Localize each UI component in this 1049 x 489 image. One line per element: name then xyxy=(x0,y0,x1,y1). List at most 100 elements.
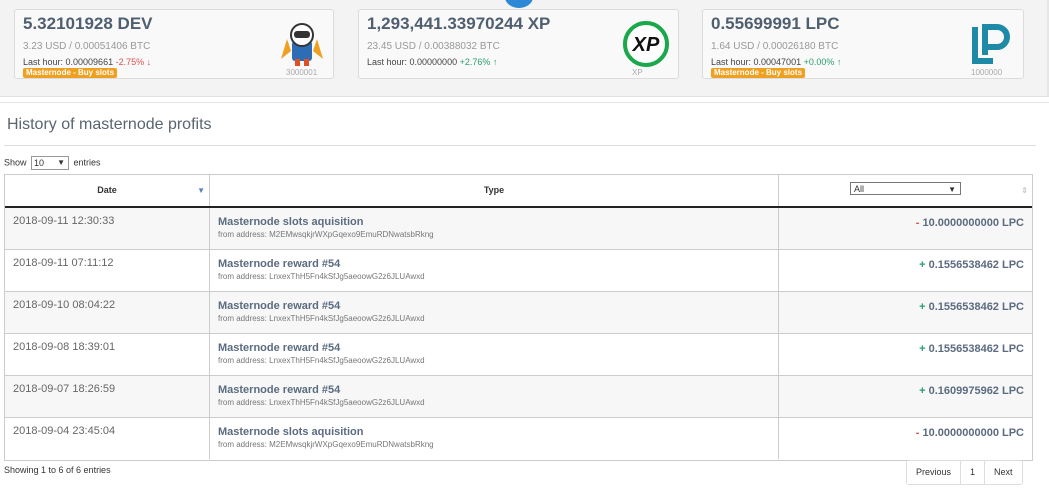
type-filter-select[interactable]: All ▼ xyxy=(850,182,961,195)
row-type: Masternode slots aquisition from address… xyxy=(210,418,779,459)
last-hour-value: Last hour: 0.00047001 xyxy=(711,57,802,67)
xp-logo-icon: XP xyxy=(623,21,669,67)
coin-amount: 1,293,441.33970244 XP xyxy=(367,14,551,33)
amount-sign: + xyxy=(919,301,926,313)
sort-both-icon: ⇕ xyxy=(1021,186,1028,195)
astronaut-rocket-icon xyxy=(279,21,325,67)
row-date: 2018-09-11 12:30:33 xyxy=(5,208,210,249)
length-prefix: Show xyxy=(4,157,27,168)
amount-sign: - xyxy=(915,217,920,229)
amount-sign: + xyxy=(919,343,926,355)
row-from-address: from address: LnxexThH5Fn4kSfJg5aeoowG2z… xyxy=(218,398,425,407)
chevron-down-icon: ▼ xyxy=(57,158,66,167)
profits-table: Date ▼ Type All ▼ ⇕ 2018-09-11 12:30:33 … xyxy=(4,174,1033,461)
row-date: 2018-09-08 18:39:01 xyxy=(5,334,210,375)
amount-value: 10.0000000000 LPC xyxy=(922,427,1024,439)
coin-usd-value: 3.23 USD / 0.00051406 BTC xyxy=(23,41,151,52)
buy-slots-badge[interactable]: Masternode - Buy slots xyxy=(711,68,806,78)
page-length-value: 10 xyxy=(34,158,45,168)
row-type-title: Masternode reward #54 xyxy=(218,300,341,312)
change-percent: +0.00% xyxy=(803,57,835,67)
arrow-down-icon: ↓ xyxy=(146,57,152,67)
amount-value: 0.1609975962 LPC xyxy=(928,385,1024,397)
column-header-date[interactable]: Date ▼ xyxy=(5,175,210,206)
change-percent: -2.75% xyxy=(115,57,145,67)
amount-value: 0.1556538462 LPC xyxy=(928,259,1024,271)
row-type-title: Masternode reward #54 xyxy=(218,342,341,354)
row-type: Masternode reward #54 from address: Lnxe… xyxy=(210,250,779,291)
column-header-type[interactable]: Type xyxy=(210,175,779,206)
svg-text:XP: XP xyxy=(632,34,660,56)
table-row: 2018-09-04 23:45:04 Masternode slots aqu… xyxy=(5,418,1032,460)
row-type: Masternode reward #54 from address: Lnxe… xyxy=(210,376,779,417)
coin-card-dev: 5.32101928 DEV 3.23 USD / 0.00051406 BTC… xyxy=(14,9,334,79)
column-label: Type xyxy=(483,185,505,195)
row-date: 2018-09-10 08:04:22 xyxy=(5,292,210,333)
row-type-title: Masternode reward #54 xyxy=(218,384,341,396)
row-date: 2018-09-04 23:45:04 xyxy=(5,418,210,459)
row-from-address: from address: LnxexThH5Fn4kSfJg5aeoowG2z… xyxy=(218,314,425,323)
previous-page-button[interactable]: Previous xyxy=(907,461,962,484)
section-title: History of masternode profits xyxy=(7,116,212,133)
coin-card-lpc: 0.55699991 LPC 1.64 USD / 0.00026180 BTC… xyxy=(702,9,1024,79)
row-type-title: Masternode slots aquisition xyxy=(218,426,364,438)
table-row: 2018-09-07 18:26:59 Masternode reward #5… xyxy=(5,376,1032,418)
column-label: Date xyxy=(97,185,117,195)
row-from-address: from address: LnxexThH5Fn4kSfJg5aeoowG2z… xyxy=(218,272,425,281)
row-date: 2018-09-11 07:11:12 xyxy=(5,250,210,291)
last-hour-value: Last hour: 0.00000000 xyxy=(367,57,458,67)
amount-value: 10.0000000000 LPC xyxy=(922,217,1024,229)
coin-id-caption: 3000001 xyxy=(286,68,318,77)
change-percent: +2.76% xyxy=(459,57,491,67)
table-row: 2018-09-08 18:39:01 Masternode reward #5… xyxy=(5,334,1032,376)
coin-last-hour: Last hour: 0.00009661 -2.75% ↓ xyxy=(23,57,151,67)
row-amount: + 0.1609975962 LPC xyxy=(779,376,1032,417)
chevron-down-icon: ▼ xyxy=(948,185,956,194)
buy-slots-badge[interactable]: Masternode - Buy slots xyxy=(23,68,118,78)
amount-sign: - xyxy=(915,427,920,439)
row-type: Masternode reward #54 from address: Lnxe… xyxy=(210,334,779,375)
row-type: Masternode reward #54 from address: Lnxe… xyxy=(210,292,779,333)
page-1-button[interactable]: 1 xyxy=(961,461,986,484)
column-header-amount[interactable]: All ▼ ⇕ xyxy=(779,175,1032,206)
table-info: Showing 1 to 6 of 6 entries xyxy=(4,465,111,475)
coin-usd-value: 23.45 USD / 0.00388032 BTC xyxy=(367,41,500,52)
sort-desc-icon: ▼ xyxy=(197,186,205,195)
coin-card-xp: 1,293,441.33970244 XP 23.45 USD / 0.0038… xyxy=(358,9,679,79)
row-from-address: from address: M2EMwsqkjrWXpGqexo9EmuRDNw… xyxy=(218,440,434,449)
coin-last-hour: Last hour: 0.00000000 +2.76% ↑ xyxy=(367,57,497,67)
row-amount: - 10.0000000000 LPC xyxy=(779,418,1032,459)
length-control: Show 10 ▼ entries xyxy=(4,156,101,170)
row-type: Masternode slots aquisition from address… xyxy=(210,208,779,249)
coin-amount: 5.32101928 DEV xyxy=(23,14,153,33)
row-amount: - 10.0000000000 LPC xyxy=(779,208,1032,249)
last-hour-value: Last hour: 0.00009661 xyxy=(23,57,114,67)
table-row: 2018-09-11 12:30:33 Masternode slots aqu… xyxy=(5,208,1032,250)
table-row: 2018-09-11 07:11:12 Masternode reward #5… xyxy=(5,250,1032,292)
row-amount: + 0.1556538462 LPC xyxy=(779,250,1032,291)
section-divider xyxy=(4,145,1036,146)
length-suffix: entries xyxy=(73,157,101,168)
row-amount: + 0.1556538462 LPC xyxy=(779,334,1032,375)
next-page-button[interactable]: Next xyxy=(985,461,1022,484)
amount-sign: + xyxy=(919,259,926,271)
coin-last-hour: Last hour: 0.00047001 +0.00% ↑ xyxy=(711,57,841,67)
table-row: 2018-09-10 08:04:22 Masternode reward #5… xyxy=(5,292,1032,334)
amount-value: 0.1556538462 LPC xyxy=(928,301,1024,313)
row-date: 2018-09-07 18:26:59 xyxy=(5,376,210,417)
coin-amount: 0.55699991 LPC xyxy=(711,14,840,33)
row-amount: + 0.1556538462 LPC xyxy=(779,292,1032,333)
coin-id-caption: 1000000 xyxy=(971,68,1003,77)
coin-id-caption: XP xyxy=(632,68,643,77)
filter-value: All xyxy=(854,184,865,194)
page-length-select[interactable]: 10 ▼ xyxy=(31,156,70,170)
lp-logo-icon xyxy=(967,21,1013,67)
table-header: Date ▼ Type All ▼ ⇕ xyxy=(5,175,1032,208)
arrow-up-icon: ↑ xyxy=(836,57,842,67)
amount-sign: + xyxy=(919,385,926,397)
row-type-title: Masternode reward #54 xyxy=(218,258,341,270)
amount-value: 0.1556538462 LPC xyxy=(928,343,1024,355)
row-type-title: Masternode slots aquisition xyxy=(218,216,364,228)
pagination: Previous 1 Next xyxy=(906,460,1023,485)
coin-usd-value: 1.64 USD / 0.00026180 BTC xyxy=(711,41,839,52)
